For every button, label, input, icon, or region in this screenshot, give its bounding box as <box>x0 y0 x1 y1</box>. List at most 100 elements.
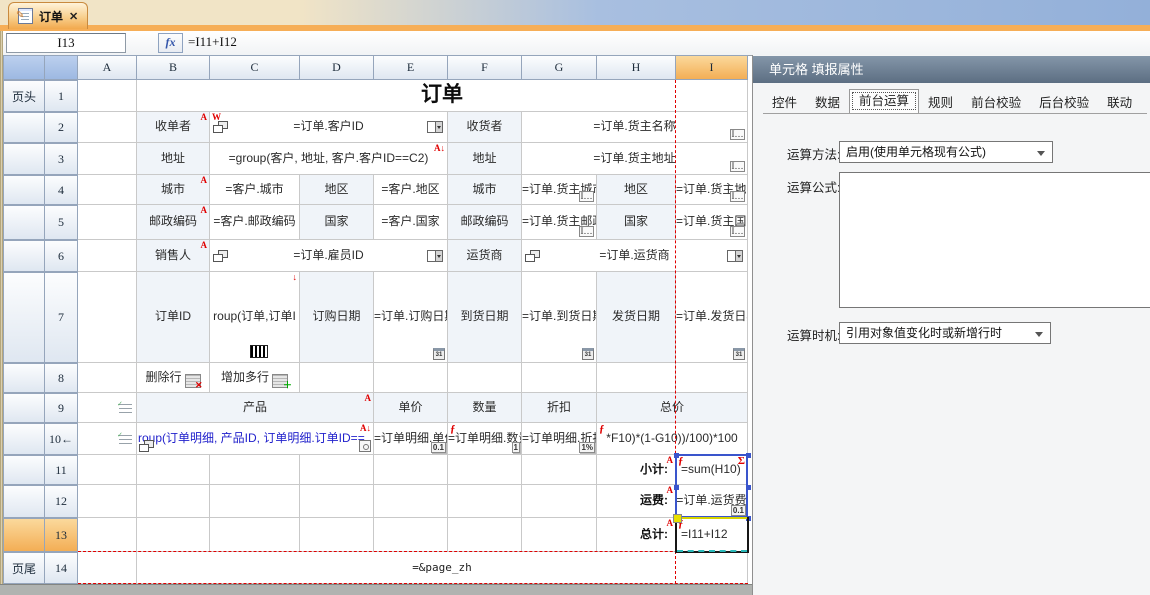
grid-cell-b10:d10[interactable]: roup(订单明细, 产品ID, 订单明细.订单ID==A↓ <box>137 423 374 455</box>
grid-cell-e11[interactable] <box>374 455 448 485</box>
grid-cell-c12[interactable] <box>210 485 300 518</box>
panel-tab-3[interactable]: 前台运算 <box>849 89 919 113</box>
row-header-12[interactable]: 12 <box>45 485 78 518</box>
grid-cell-h12[interactable]: 运费:A <box>597 485 676 518</box>
grid-cell-f5[interactable]: 邮政编码 <box>448 205 522 240</box>
grid-cell-f12[interactable] <box>448 485 522 518</box>
grid-cell-a3[interactable] <box>78 143 137 175</box>
panel-tab-5[interactable]: 前台校验 <box>962 94 1030 113</box>
grid-cell-d13[interactable] <box>300 518 374 552</box>
grid-cell-c6:e6[interactable]: =订单.雇员ID <box>210 240 448 272</box>
grid-cell-a1[interactable] <box>78 80 137 112</box>
panel-tab-6[interactable]: 后台校验 <box>1030 94 1098 113</box>
grid-cell-d11[interactable] <box>300 455 374 485</box>
grid-cell-e9[interactable]: 单价 <box>374 393 448 423</box>
column-header-f[interactable]: F <box>448 55 522 80</box>
grid-cell-a12[interactable] <box>78 485 137 518</box>
grid-cell-g9[interactable]: 折扣 <box>522 393 597 423</box>
grid-cell-c13[interactable] <box>210 518 300 552</box>
panel-tab-2[interactable]: 数据 <box>806 94 849 113</box>
grid-cell-e5[interactable]: =客户.国家 <box>374 205 448 240</box>
grid-cell-g3:i3[interactable]: =订单.货主地址I… <box>522 143 748 175</box>
grid-cell-f7[interactable]: 到货日期 <box>448 272 522 363</box>
grid-cell-g7[interactable]: =订单.到货日期31 <box>522 272 597 363</box>
grid-cell-b2[interactable]: 收单者A <box>137 112 210 143</box>
cell-reference-input[interactable]: I13 <box>6 33 126 53</box>
grid-cell-h10:i10[interactable]: *F10)*(1-G10))/100)*100ƒ <box>597 423 748 455</box>
row-header-6[interactable]: 6 <box>45 240 78 272</box>
column-header-e[interactable]: E <box>374 55 448 80</box>
method-dropdown[interactable]: 启用(使用单元格现有公式) <box>839 141 1053 163</box>
grid-cell-e10[interactable]: =订单明细.单价0.1 <box>374 423 448 455</box>
grid-cell-a11[interactable] <box>78 455 137 485</box>
grid-cell-e7[interactable]: =订单.订购日期31 <box>374 272 448 363</box>
grid-cell-i4[interactable]: =订单.货主地区I… <box>676 175 748 205</box>
grid-cell-g8[interactable] <box>522 363 597 393</box>
panel-tab-1[interactable]: 控件 <box>763 94 806 113</box>
grid-cell-b4[interactable]: 城市A <box>137 175 210 205</box>
grid-cell-f9[interactable]: 数量 <box>448 393 522 423</box>
row-header-7[interactable]: 7 <box>45 272 78 363</box>
grid-cell-e8[interactable] <box>374 363 448 393</box>
grid-cell-g10[interactable]: =订单明细.折扣1% <box>522 423 597 455</box>
grid-cell-b1:i1[interactable]: 订单 <box>137 80 748 112</box>
grid-cell-i11[interactable]: =sum(H10)ƒΣ <box>676 455 748 485</box>
row-header-5[interactable]: 5 <box>45 205 78 240</box>
row-header-11[interactable]: 11 <box>45 455 78 485</box>
grid-cell-h8[interactable] <box>597 363 676 393</box>
grid-cell-a6[interactable] <box>78 240 137 272</box>
grid-cell-b3[interactable]: 地址 <box>137 143 210 175</box>
panel-tab-7[interactable]: 联动 <box>1098 94 1141 113</box>
column-header-h[interactable]: H <box>597 55 676 80</box>
grid-cell-f13[interactable] <box>448 518 522 552</box>
grid-cell-g6:i6[interactable]: =订单.运货商 <box>522 240 748 272</box>
grid-cell-c3:e3[interactable]: =group(客户, 地址, 客户.客户ID==C2)A↓ <box>210 143 448 175</box>
grid-cell-b9:d9[interactable]: 产品A <box>137 393 374 423</box>
grid-cell-a5[interactable] <box>78 205 137 240</box>
grid-cell-d5[interactable]: 国家 <box>300 205 374 240</box>
grid-cell-b11[interactable] <box>137 455 210 485</box>
grid-cell-f11[interactable] <box>448 455 522 485</box>
grid-cell-h4[interactable]: 地区 <box>597 175 676 205</box>
row-header-8[interactable]: 8 <box>45 363 78 393</box>
grid-cell-b13[interactable] <box>137 518 210 552</box>
grid-cell-f10[interactable]: =订单明细.数量ƒ1 <box>448 423 522 455</box>
grid-cell-b8[interactable]: 删除行 <box>137 363 210 393</box>
grid-cell-a8[interactable] <box>78 363 137 393</box>
row-header-10←[interactable]: 10← <box>45 423 78 455</box>
grid-cell-b7[interactable]: 订单ID <box>137 272 210 363</box>
formula-input[interactable]: =I11+I12 <box>188 34 237 50</box>
row-header-9[interactable]: 9 <box>45 393 78 423</box>
row-header-1[interactable]: 1 <box>45 80 78 112</box>
grid-cell-c11[interactable] <box>210 455 300 485</box>
grid-cell-a9[interactable] <box>78 393 137 423</box>
grid-cell-h5[interactable]: 国家 <box>597 205 676 240</box>
grid-cell-b12[interactable] <box>137 485 210 518</box>
row-header-13[interactable]: 13 <box>45 518 78 552</box>
grid-cell-h9:i9[interactable]: 总价 <box>597 393 748 423</box>
grid-cell-f2[interactable]: 收货者 <box>448 112 522 143</box>
grid-cell-a7[interactable] <box>78 272 137 363</box>
grid-cell-b14:i14[interactable]: =&page_zh <box>137 552 748 584</box>
grid-cell-g13[interactable] <box>522 518 597 552</box>
grid-cell-i13[interactable]: =I11+I12ƒ <box>676 518 748 552</box>
grid-cell-a10[interactable] <box>78 423 137 455</box>
fx-button[interactable]: fx <box>158 33 183 53</box>
grid-cell-e4[interactable]: =客户.地区 <box>374 175 448 205</box>
grid-cell-a2[interactable] <box>78 112 137 143</box>
grid-cell-f6[interactable]: 运货商 <box>448 240 522 272</box>
grid-cell-c4[interactable]: =客户.城市 <box>210 175 300 205</box>
row-header-4[interactable]: 4 <box>45 175 78 205</box>
grid-cell-f8[interactable] <box>448 363 522 393</box>
grid-cell-e13[interactable] <box>374 518 448 552</box>
row-header-14[interactable]: 14 <box>45 552 78 584</box>
grid-cell-c2:e2[interactable]: =订单.客户IDW <box>210 112 448 143</box>
grid-cell-h11[interactable]: 小计:A <box>597 455 676 485</box>
grid-cell-c8[interactable]: 增加多行 <box>210 363 300 393</box>
grid-cell-b5[interactable]: 邮政编码A <box>137 205 210 240</box>
row-header-2[interactable]: 2 <box>45 112 78 143</box>
grid-cell-g2:i2[interactable]: =订单.货主名称I… <box>522 112 748 143</box>
column-header-b[interactable]: B <box>137 55 210 80</box>
grid-cell-d8[interactable] <box>300 363 374 393</box>
document-tab-order[interactable]: 订单 ✕ <box>8 2 88 29</box>
